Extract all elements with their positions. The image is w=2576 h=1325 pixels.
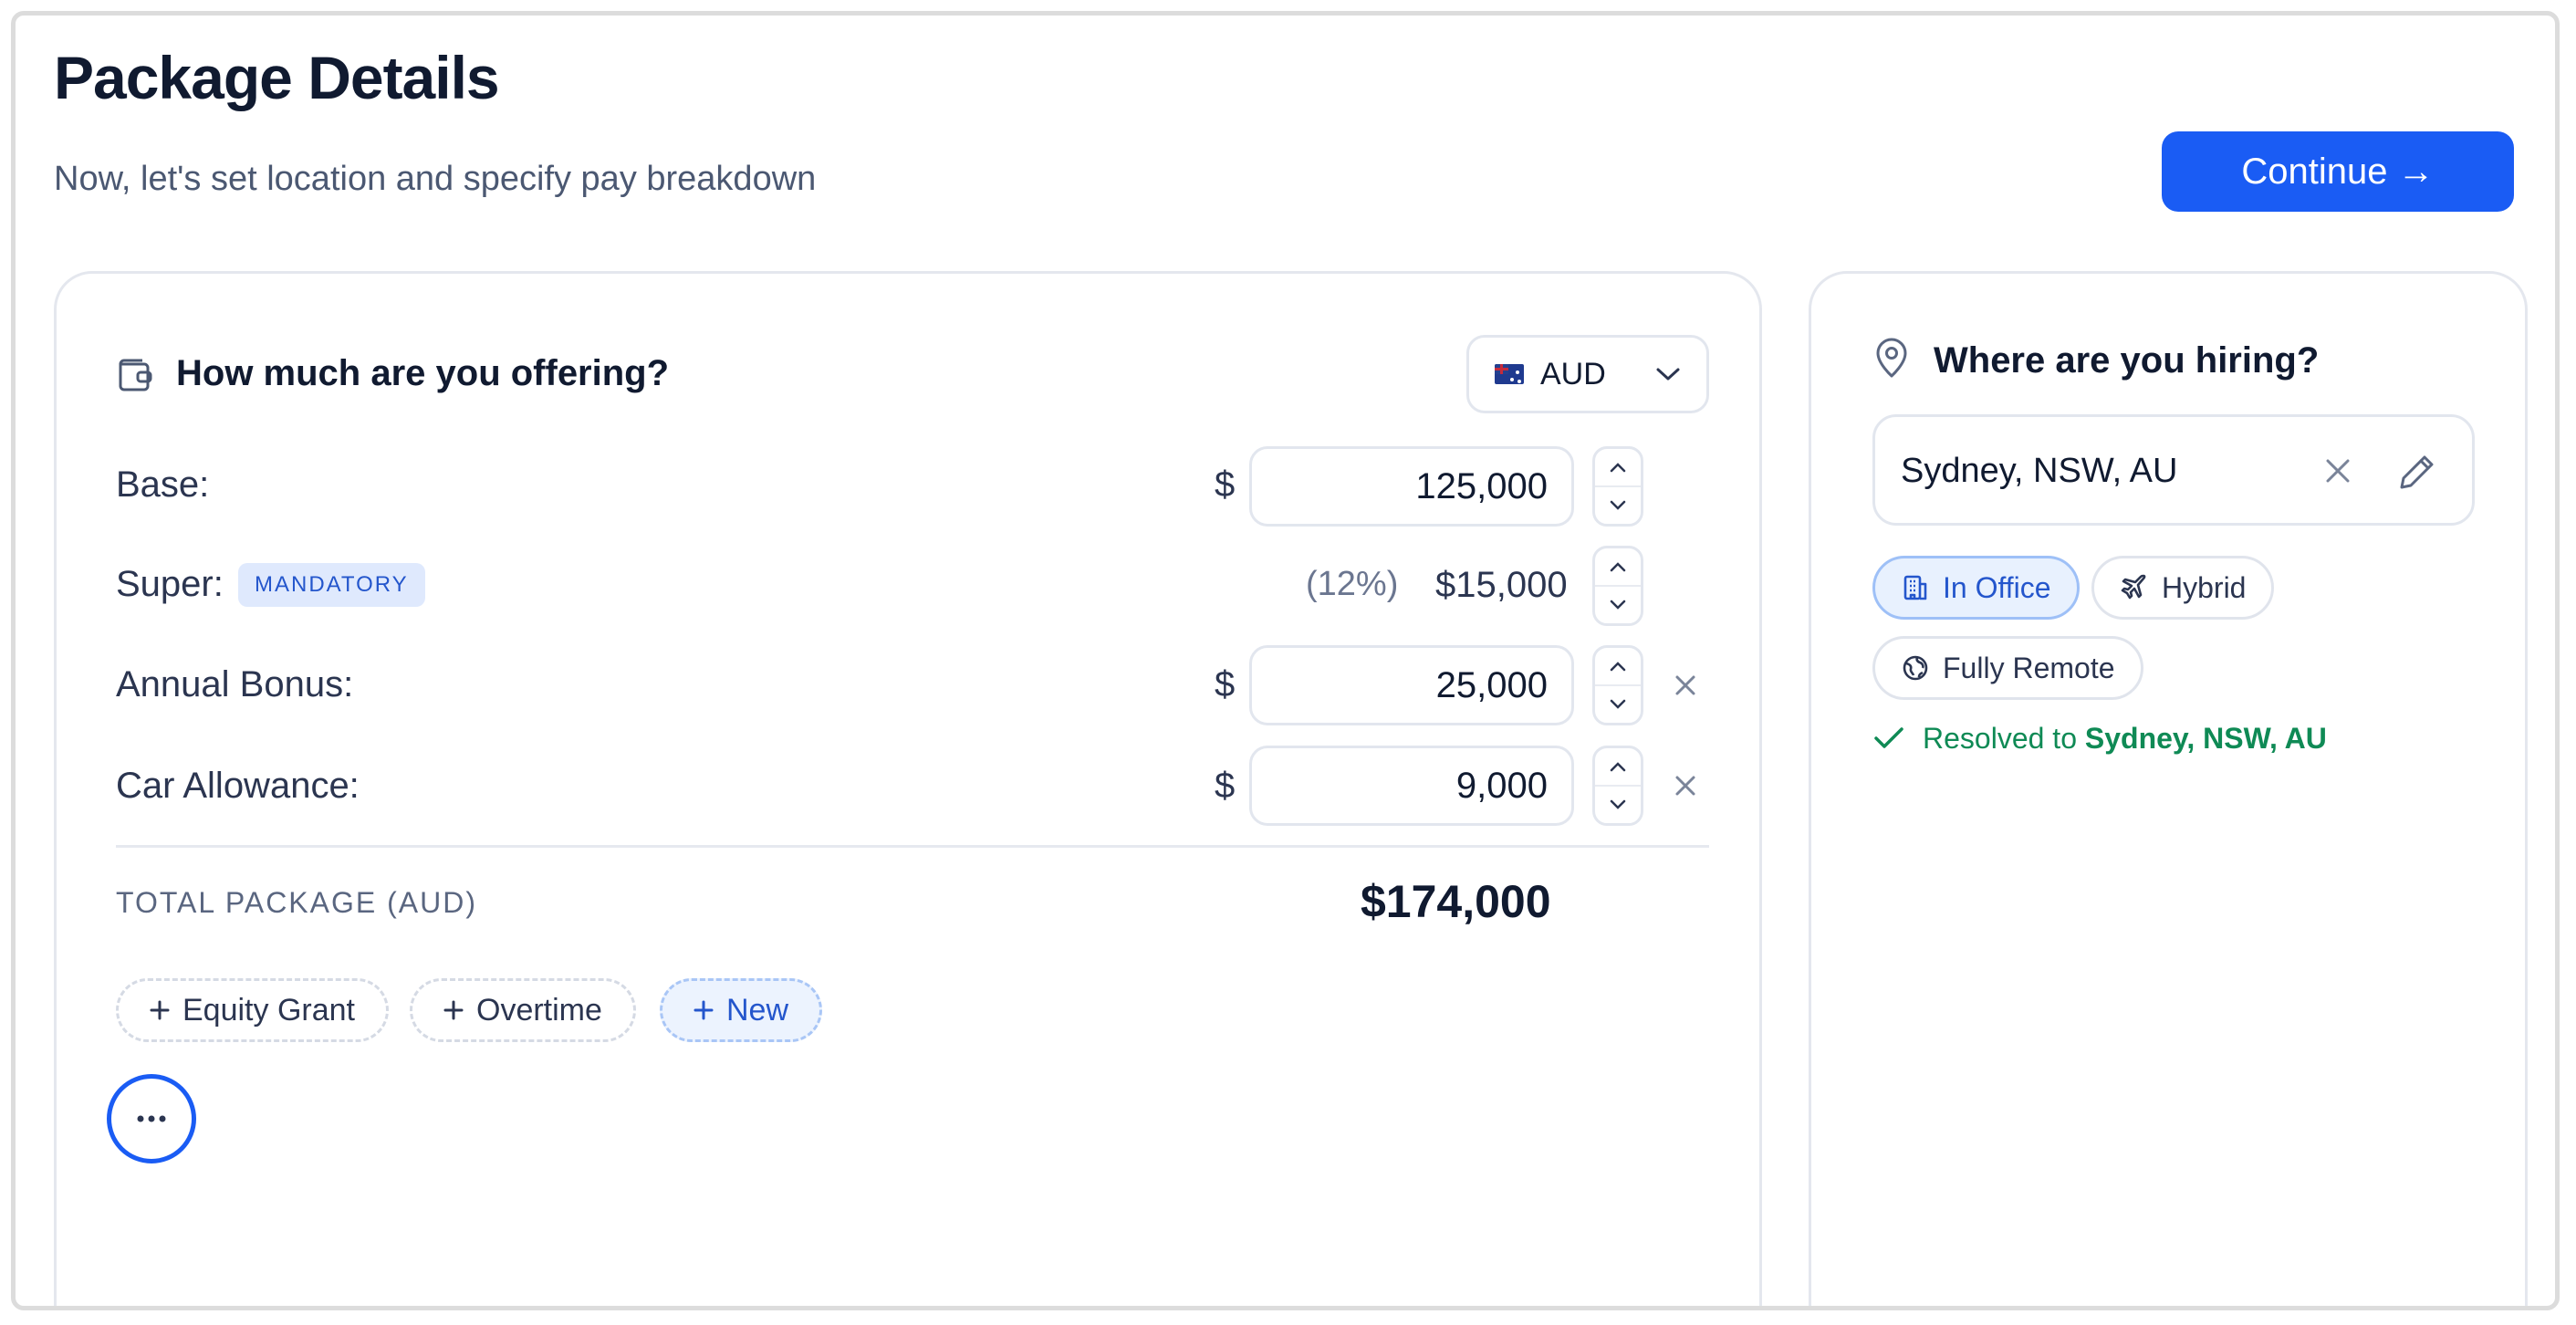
resolved-status: Resolved to Sydney, NSW, AU (1923, 722, 2327, 756)
bonus-label: Annual Bonus: (116, 664, 354, 704)
mandatory-badge: MANDATORY (238, 563, 425, 607)
total-label: TOTAL PACKAGE (AUD) (116, 886, 477, 919)
map-pin-icon (1873, 337, 1910, 379)
check-icon (1873, 725, 1904, 751)
base-label: Base: (116, 464, 210, 505)
work-mode-hybrid[interactable]: Hybrid (2091, 556, 2275, 620)
page-subtitle: Now, let's set location and specify pay … (54, 160, 817, 198)
super-stepper[interactable] (1592, 546, 1643, 626)
work-mode-fully-remote[interactable]: Fully Remote (1872, 636, 2143, 700)
chevron-up-icon[interactable] (1595, 548, 1641, 585)
add-overtime-chip[interactable]: Overtime (410, 978, 636, 1042)
continue-button[interactable]: Continue → (2162, 131, 2514, 212)
work-mode-label: In Office (1943, 570, 2051, 604)
divider (116, 845, 1709, 848)
resolved-location: Sydney, NSW, AU (2084, 722, 2327, 755)
add-new-chip[interactable]: New (660, 978, 823, 1042)
plus-icon (150, 1000, 170, 1020)
chip-label: New (726, 992, 789, 1028)
plane-icon (2121, 574, 2146, 600)
super-percent: (12%) (1306, 565, 1399, 603)
chevron-down-icon (1655, 366, 1681, 382)
bonus-stepper[interactable] (1592, 645, 1643, 725)
chevron-up-icon[interactable] (1595, 648, 1641, 684)
chevron-down-icon[interactable] (1595, 785, 1641, 823)
base-amount-input[interactable] (1249, 446, 1574, 527)
location-value: Sydney, NSW, AU (1901, 452, 2178, 490)
chip-label: Overtime (476, 992, 602, 1028)
ellipsis-icon (137, 1115, 166, 1122)
plus-icon (443, 1000, 464, 1020)
globe-icon (1903, 655, 1928, 681)
work-mode-label: Fully Remote (1943, 651, 2115, 684)
super-label: Super: (116, 564, 224, 604)
chevron-up-icon[interactable] (1595, 449, 1641, 485)
resolved-prefix: Resolved to (1923, 722, 2077, 755)
currency-code: AUD (1540, 356, 1606, 391)
chevron-up-icon[interactable] (1595, 748, 1641, 785)
chevron-down-icon[interactable] (1595, 485, 1641, 524)
base-stepper[interactable] (1592, 446, 1643, 527)
chip-label: Equity Grant (183, 992, 355, 1028)
edit-pencil-icon[interactable] (2397, 452, 2437, 492)
chevron-down-icon[interactable] (1595, 684, 1641, 723)
au-flag-icon (1495, 364, 1524, 384)
car-currency-symbol: $ (1215, 766, 1236, 806)
super-amount: $15,000 (1435, 565, 1568, 605)
bonus-currency-symbol: $ (1215, 664, 1236, 704)
page-title: Package Details (54, 44, 500, 111)
clear-location-icon[interactable] (2322, 455, 2353, 486)
car-stepper[interactable] (1592, 746, 1643, 826)
app-frame: Package Details Now, let's set location … (11, 11, 2560, 1310)
car-amount-input[interactable] (1249, 746, 1574, 826)
location-heading: Where are you hiring? (1934, 340, 2320, 381)
wallet-icon (116, 357, 154, 393)
remove-bonus-icon[interactable] (1667, 667, 1704, 704)
car-label: Car Allowance: (116, 766, 360, 806)
location-input[interactable]: Sydney, NSW, AU (1872, 414, 2475, 526)
offer-heading: How much are you offering? (176, 353, 670, 393)
work-mode-label: Hybrid (2162, 570, 2247, 604)
base-currency-symbol: $ (1215, 464, 1236, 505)
add-equity-grant-chip[interactable]: Equity Grant (116, 978, 389, 1042)
building-icon (1903, 575, 1927, 600)
more-options-button[interactable] (107, 1074, 196, 1163)
plus-icon (694, 1000, 714, 1020)
total-value: $174,000 (1361, 876, 1551, 927)
currency-select[interactable]: AUD (1466, 335, 1709, 413)
bonus-amount-input[interactable] (1249, 645, 1574, 725)
work-mode-in-office[interactable]: In Office (1872, 556, 2080, 620)
remove-car-allowance-icon[interactable] (1667, 767, 1704, 804)
chevron-down-icon[interactable] (1595, 585, 1641, 623)
